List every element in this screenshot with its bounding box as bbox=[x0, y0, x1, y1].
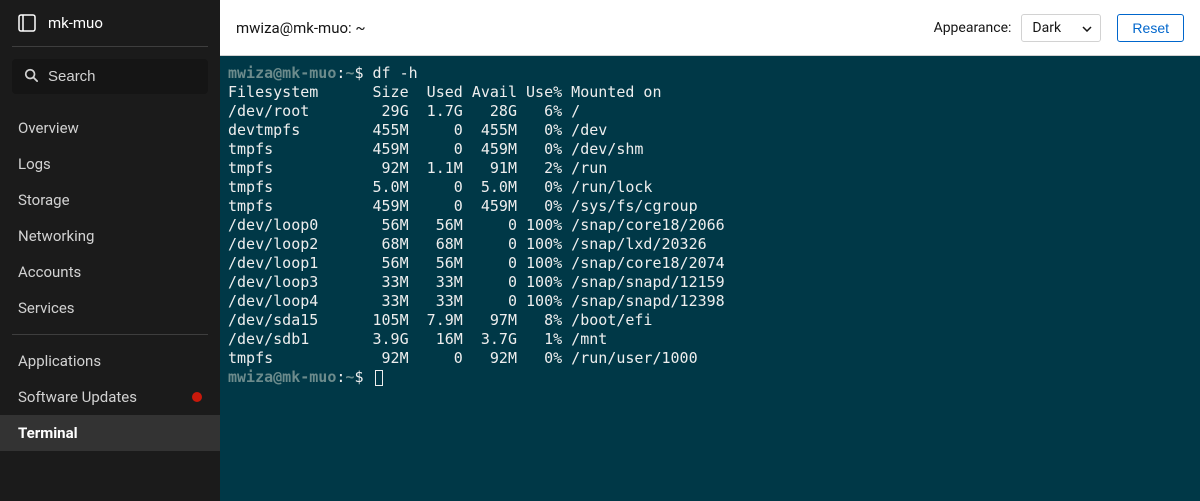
terminal-output-line: /dev/loop0 56M 56M 0 100% /snap/core18/2… bbox=[228, 216, 1192, 235]
search-icon bbox=[24, 67, 38, 86]
terminal[interactable]: mwiza@mk-muo:~$ df -hFilesystem Size Use… bbox=[220, 56, 1200, 501]
sidebar-item-label: Networking bbox=[18, 227, 94, 245]
hostname: mk-muo bbox=[48, 14, 103, 32]
sidebar: mk-muo Overview Logs Storage Networking Acco… bbox=[0, 0, 220, 501]
sidebar-item-storage[interactable]: Storage bbox=[0, 182, 220, 218]
sidebar-item-label: Services bbox=[18, 299, 75, 317]
terminal-line: mwiza@mk-muo:~$ df -h bbox=[228, 64, 1192, 83]
page-title: mwiza@mk-muo: ~ bbox=[236, 19, 918, 37]
terminal-output-line: /dev/loop2 68M 68M 0 100% /snap/lxd/2032… bbox=[228, 235, 1192, 254]
terminal-output-line: /dev/loop4 33M 33M 0 100% /snap/snapd/12… bbox=[228, 292, 1192, 311]
sidebar-item-label: Terminal bbox=[18, 424, 78, 442]
sidebar-item-label: Software Updates bbox=[18, 388, 137, 406]
host-icon bbox=[18, 14, 36, 32]
appearance-label: Appearance: bbox=[934, 20, 1012, 36]
terminal-output-line: devtmpfs 455M 0 455M 0% /dev bbox=[228, 121, 1192, 140]
reset-button[interactable]: Reset bbox=[1117, 14, 1184, 42]
terminal-output-line: tmpfs 92M 0 92M 0% /run/user/1000 bbox=[228, 349, 1192, 368]
sidebar-item-label: Accounts bbox=[18, 263, 81, 281]
terminal-output-line: tmpfs 92M 1.1M 91M 2% /run bbox=[228, 159, 1192, 178]
terminal-cursor bbox=[375, 370, 383, 386]
chevron-down-icon bbox=[1082, 20, 1092, 36]
topbar: mwiza@mk-muo: ~ Appearance: Dark Reset bbox=[220, 0, 1200, 56]
appearance-select[interactable]: Dark bbox=[1021, 14, 1101, 42]
sidebar-item-networking[interactable]: Networking bbox=[0, 218, 220, 254]
sidebar-group-divider bbox=[12, 334, 208, 335]
appearance-value: Dark bbox=[1032, 20, 1061, 36]
terminal-output-line: /dev/loop3 33M 33M 0 100% /snap/snapd/12… bbox=[228, 273, 1192, 292]
sidebar-header: mk-muo bbox=[0, 0, 220, 46]
sidebar-item-overview[interactable]: Overview bbox=[0, 110, 220, 146]
sidebar-divider bbox=[12, 46, 208, 47]
terminal-output-line: /dev/sda15 105M 7.9M 97M 8% /boot/efi bbox=[228, 311, 1192, 330]
sidebar-item-label: Storage bbox=[18, 191, 70, 209]
sidebar-item-label: Logs bbox=[18, 155, 51, 173]
sidebar-nav: Overview Logs Storage Networking Accounts Ser… bbox=[0, 110, 220, 451]
sidebar-item-terminal[interactable]: Terminal bbox=[0, 415, 220, 451]
search-box[interactable] bbox=[12, 59, 208, 94]
terminal-output-line: tmpfs 459M 0 459M 0% /sys/fs/cgroup bbox=[228, 197, 1192, 216]
sidebar-item-label: Overview bbox=[18, 119, 79, 137]
terminal-output-line: /dev/root 29G 1.7G 28G 6% / bbox=[228, 102, 1192, 121]
sidebar-item-accounts[interactable]: Accounts bbox=[0, 254, 220, 290]
sidebar-item-logs[interactable]: Logs bbox=[0, 146, 220, 182]
terminal-output-line: tmpfs 5.0M 0 5.0M 0% /run/lock bbox=[228, 178, 1192, 197]
terminal-header-line: Filesystem Size Used Avail Use% Mounted … bbox=[228, 83, 1192, 102]
appearance-control: Appearance: Dark bbox=[934, 14, 1102, 42]
terminal-output-line: /dev/sdb1 3.9G 16M 3.7G 1% /mnt bbox=[228, 330, 1192, 349]
sidebar-item-services[interactable]: Services bbox=[0, 290, 220, 326]
sidebar-item-software-updates[interactable]: Software Updates bbox=[0, 379, 220, 415]
alert-badge-icon bbox=[192, 392, 202, 402]
terminal-prompt-line: mwiza@mk-muo:~$ bbox=[228, 368, 1192, 387]
terminal-output-line: /dev/loop1 56M 56M 0 100% /snap/core18/2… bbox=[228, 254, 1192, 273]
sidebar-item-label: Applications bbox=[18, 352, 101, 370]
sidebar-item-applications[interactable]: Applications bbox=[0, 343, 220, 379]
main: mwiza@mk-muo: ~ Appearance: Dark Reset m… bbox=[220, 0, 1200, 501]
search-input[interactable] bbox=[48, 68, 247, 85]
terminal-output-line: tmpfs 459M 0 459M 0% /dev/shm bbox=[228, 140, 1192, 159]
